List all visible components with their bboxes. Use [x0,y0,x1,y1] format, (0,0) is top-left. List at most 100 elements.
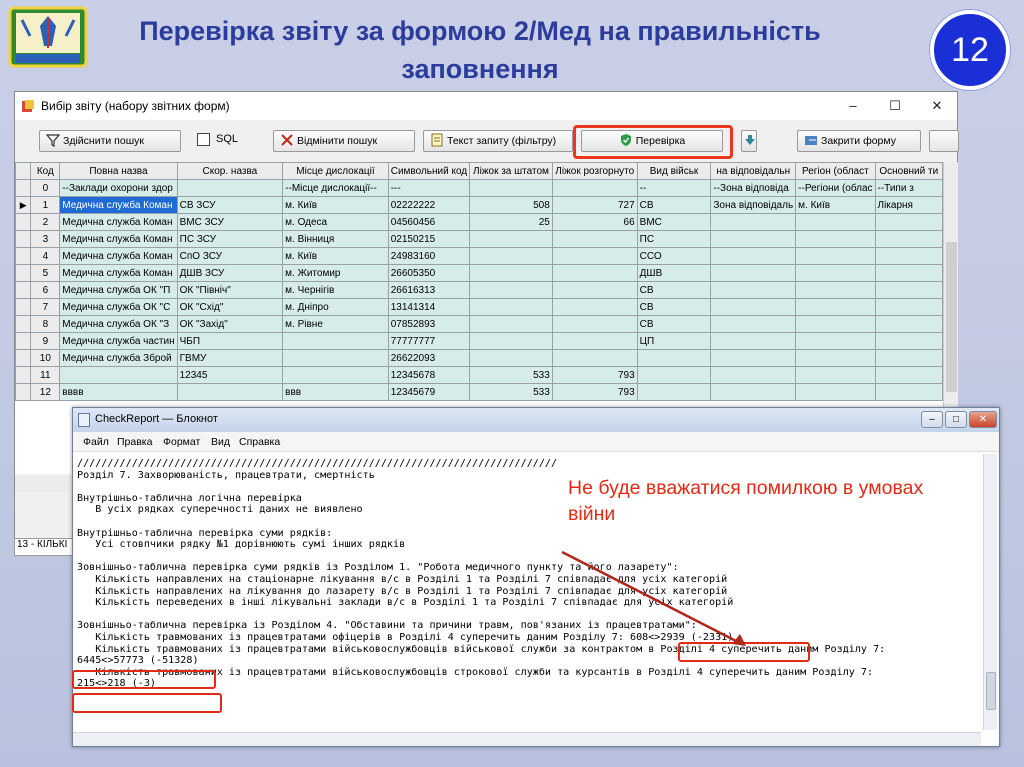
table-cell[interactable]: ДШВ ЗСУ [176,264,284,282]
row-indicator[interactable] [15,383,32,401]
table-cell[interactable]: 12345678 [387,366,471,384]
table-cell[interactable] [551,264,638,282]
table-cell[interactable]: 25 [469,213,553,231]
column-header[interactable]: Регіон (област [795,162,876,180]
table-cell[interactable]: ЧБП [176,332,284,350]
table-cell[interactable]: м. Дніпро [282,298,389,316]
notepad-close-button[interactable]: ✕ [969,411,997,428]
table-cell[interactable] [795,264,876,282]
table-cell[interactable] [795,247,876,265]
table-cell[interactable] [551,281,638,299]
table-cell[interactable] [551,179,638,197]
table-cell[interactable]: ГВМУ [176,349,284,367]
table-cell[interactable]: м. Одеса [282,213,389,231]
table-cell[interactable] [874,332,943,350]
table-cell[interactable] [282,332,389,350]
table-cell[interactable]: м. Житомир [282,264,389,282]
table-cell[interactable]: м. Чернігів [282,281,389,299]
scrollbar-thumb[interactable] [946,242,957,392]
table-cell[interactable]: ВМС [636,213,712,231]
table-cell[interactable] [874,281,943,299]
table-cell[interactable]: ОК "Захід" [176,315,284,333]
table-cell[interactable] [710,349,797,367]
table-cell[interactable]: ОК "Схід" [176,298,284,316]
table-cell[interactable] [710,366,797,384]
table-cell[interactable] [710,247,797,265]
column-header[interactable]: Ліжок розгорнуто [551,162,638,180]
table-cell[interactable]: 10 [30,349,61,367]
table-cell[interactable] [551,349,638,367]
table-cell[interactable] [874,349,943,367]
table-cell[interactable]: 4 [30,247,61,265]
table-cell[interactable] [795,298,876,316]
table-cell[interactable]: 793 [551,383,638,401]
table-cell[interactable]: СпО ЗСУ [176,247,284,265]
column-header[interactable]: Ліжок за штатом [469,162,553,180]
table-cell[interactable] [551,298,638,316]
table-cell[interactable]: ПС [636,230,712,248]
row-indicator[interactable] [15,332,32,350]
cancel-search-button[interactable]: Відмінити пошук [273,130,415,152]
table-cell[interactable] [636,349,712,367]
table-cell[interactable] [710,213,797,231]
menu-edit[interactable]: Правка [117,436,152,448]
row-indicator[interactable] [15,298,32,316]
table-cell[interactable] [795,332,876,350]
table-cell[interactable]: Медична служба ОК "З [59,315,178,333]
table-row[interactable]: ▶ 1 Медична служба Коман СВ ЗСУ м. Київ 02222… [15,196,943,214]
table-cell[interactable]: 727 [551,196,638,214]
table-cell[interactable] [636,366,712,384]
table-cell[interactable]: Медична служба ОК "С [59,298,178,316]
table-cell[interactable] [469,264,553,282]
table-cell[interactable]: 0 [30,179,61,197]
notepad-horizontal-scrollbar[interactable] [73,732,981,746]
table-cell[interactable] [551,230,638,248]
table-cell[interactable]: Зона відповідаль [710,196,797,214]
table-cell[interactable]: 66 [551,213,638,231]
table-cell[interactable]: м. Вінниця [282,230,389,248]
column-header[interactable]: Вид військ [636,162,712,180]
notepad-minimize-button[interactable]: – [921,411,943,428]
table-cell[interactable]: ввв [282,383,389,401]
table-cell[interactable]: 8 [30,315,61,333]
column-header[interactable]: Код [30,162,61,180]
row-indicator[interactable] [15,281,32,299]
column-header[interactable]: Місце дислокації [282,162,389,180]
table-cell[interactable]: 77777777 [387,332,471,350]
table-cell[interactable]: вввв [59,383,178,401]
table-cell[interactable] [874,383,943,401]
column-header[interactable]: Скор. назва [176,162,284,180]
table-cell[interactable] [710,383,797,401]
table-cell[interactable] [551,332,638,350]
table-cell[interactable] [874,298,943,316]
row-indicator[interactable] [15,349,32,367]
table-cell[interactable]: Медична служба Коман [59,196,178,214]
table-cell[interactable]: ПС ЗСУ [176,230,284,248]
table-cell[interactable] [176,179,284,197]
down-arrow-button[interactable] [741,130,757,152]
table-row[interactable]: 8 Медична служба ОК "З ОК "Захід" м. Рівне 0… [15,315,943,333]
column-header[interactable]: Повна назва [59,162,178,180]
table-cell[interactable] [874,230,943,248]
table-cell[interactable] [469,230,553,248]
minimize-button[interactable]: – [839,96,867,116]
table-cell[interactable]: 12345679 [387,383,471,401]
maximize-button[interactable]: ☐ [881,96,909,116]
table-row[interactable]: 0 --Заклади охорони здор --Місце дислокаці… [15,179,943,197]
notepad-maximize-button[interactable]: □ [945,411,967,428]
table-cell[interactable] [795,383,876,401]
table-cell[interactable]: --Типи з [874,179,943,197]
status-tab[interactable]: 13 - КІЛЬКІ [14,538,74,556]
table-cell[interactable] [469,179,553,197]
table-cell[interactable]: СВ [636,298,712,316]
table-cell[interactable]: 12 [30,383,61,401]
menu-file[interactable]: Файл [83,436,109,448]
table-cell[interactable]: м. Київ [282,196,389,214]
table-cell[interactable] [710,298,797,316]
search-button[interactable]: Здійснити пошук [39,130,181,152]
table-cell[interactable] [469,281,553,299]
table-cell[interactable]: --Місце дислокації-- [282,179,389,197]
table-cell[interactable]: 24983160 [387,247,471,265]
table-cell[interactable] [795,213,876,231]
row-indicator[interactable] [15,264,32,282]
